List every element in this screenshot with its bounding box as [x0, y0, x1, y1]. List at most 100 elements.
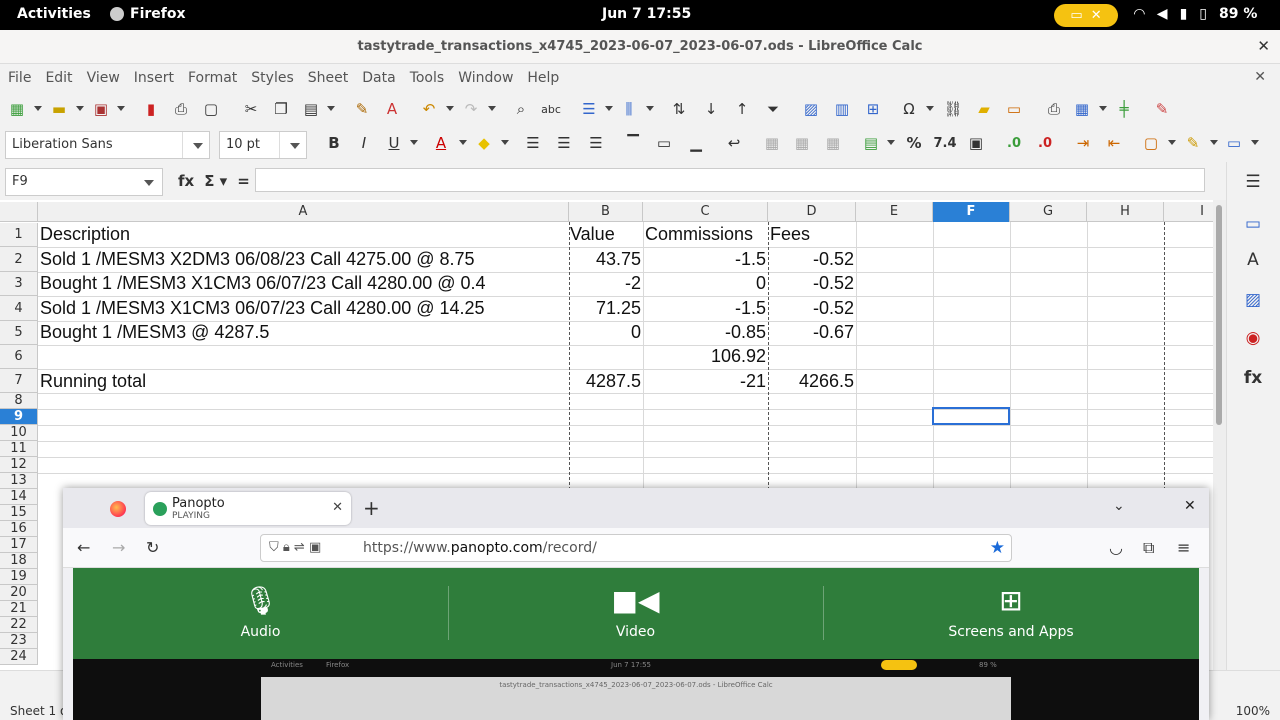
- merge-cells-icon[interactable]: ▦: [791, 132, 813, 154]
- save-dropdown-icon[interactable]: [117, 106, 125, 111]
- activities-button[interactable]: Activities: [17, 6, 91, 22]
- tracking-protection-icon[interactable]: ⛉ 🔒︎ ⇌ ▣: [269, 540, 321, 555]
- autofilter-icon[interactable]: ⏷: [762, 98, 784, 120]
- headers-footers-icon[interactable]: ▭: [1003, 98, 1025, 120]
- font-color-dropdown-icon[interactable]: [459, 140, 467, 145]
- delete-decimal-icon[interactable]: .0: [1034, 132, 1056, 154]
- row-header-15[interactable]: 15: [0, 505, 38, 521]
- row-header-17[interactable]: 17: [0, 537, 38, 553]
- freeze-rows-columns-icon[interactable]: ▦: [1071, 98, 1093, 120]
- row-header-9[interactable]: 9: [0, 409, 38, 425]
- menu-insert[interactable]: Insert: [134, 70, 174, 86]
- menu-window[interactable]: Window: [458, 70, 513, 86]
- merge-center-icon[interactable]: ▦: [761, 132, 783, 154]
- row-header-20[interactable]: 20: [0, 585, 38, 601]
- cell-a5[interactable]: Bought 1 /MESM3 @ 4287.5: [40, 322, 269, 343]
- column-header-a[interactable]: A: [38, 202, 569, 222]
- forward-icon[interactable]: →: [112, 538, 125, 557]
- new-tab-icon[interactable]: +: [363, 496, 380, 520]
- find-replace-icon[interactable]: ⌕: [510, 98, 532, 120]
- align-top-icon[interactable]: ▔: [622, 132, 644, 154]
- clear-formatting-icon[interactable]: A: [381, 98, 403, 120]
- column-header-e[interactable]: E: [856, 202, 933, 222]
- hyperlink-icon[interactable]: ⛓: [942, 98, 964, 120]
- freeze-dropdown-icon[interactable]: [1099, 106, 1107, 111]
- column-header-d[interactable]: D: [768, 202, 856, 222]
- cut-icon[interactable]: ✂: [240, 98, 262, 120]
- function-wizard-icon[interactable]: fx: [178, 172, 194, 190]
- cell-c4[interactable]: -1.5: [643, 298, 766, 319]
- border-color-icon[interactable]: ▭: [1223, 132, 1245, 154]
- font-color-icon[interactable]: A: [430, 132, 452, 154]
- row-header-4[interactable]: 4: [0, 296, 38, 321]
- underline-dropdown-icon[interactable]: [410, 140, 418, 145]
- cell-b2[interactable]: 43.75: [569, 249, 641, 270]
- properties-icon[interactable]: ▭: [1241, 214, 1265, 238]
- cell-b4[interactable]: 71.25: [569, 298, 641, 319]
- bookmark-star-icon[interactable]: ★: [990, 538, 1005, 558]
- row-header-14[interactable]: 14: [0, 489, 38, 505]
- row-header-7[interactable]: 7: [0, 369, 38, 393]
- row-header-12[interactable]: 12: [0, 457, 38, 473]
- cell-a1[interactable]: Description: [40, 224, 130, 245]
- border-style-icon[interactable]: ✎: [1182, 132, 1204, 154]
- tab-close-icon[interactable]: ✕: [332, 500, 343, 515]
- row-header-22[interactable]: 22: [0, 617, 38, 633]
- show-draw-functions-icon[interactable]: ✎: [1151, 98, 1173, 120]
- cell-a2[interactable]: Sold 1 /MESM3 X2DM3 06/08/23 Call 4275.0…: [40, 249, 475, 270]
- cell-c2[interactable]: -1.5: [643, 249, 766, 270]
- app-menu[interactable]: Firefox: [110, 6, 186, 22]
- row-header-16[interactable]: 16: [0, 521, 38, 537]
- open-dropdown-icon[interactable]: [76, 106, 84, 111]
- new-dropdown-icon[interactable]: [34, 106, 42, 111]
- app-menu-icon[interactable]: ≡: [1177, 538, 1190, 557]
- add-decimal-icon[interactable]: .0: [1003, 132, 1025, 154]
- row-header-11[interactable]: 11: [0, 441, 38, 457]
- cell-b5[interactable]: 0: [569, 322, 641, 343]
- window-close-button[interactable]: ✕: [1257, 37, 1270, 55]
- sum-icon[interactable]: Σ ▾: [204, 172, 227, 190]
- name-box-dropdown-icon[interactable]: [144, 180, 154, 186]
- sort-descending-icon[interactable]: ↑: [731, 98, 753, 120]
- formula-input[interactable]: [255, 168, 1205, 192]
- font-name-dropdown-icon[interactable]: [193, 143, 203, 149]
- column-header-i[interactable]: I: [1164, 202, 1215, 222]
- currency-format-icon[interactable]: ▤: [860, 132, 882, 154]
- menu-styles[interactable]: Styles: [251, 70, 293, 86]
- align-right-icon[interactable]: ☰: [585, 132, 607, 154]
- screens-apps-option[interactable]: ⊞ Screens and Apps: [823, 568, 1199, 659]
- cell-a7[interactable]: Running total: [40, 371, 146, 392]
- new-document-icon[interactable]: ▦: [6, 98, 28, 120]
- firefox-view-icon[interactable]: [110, 501, 126, 517]
- menu-data[interactable]: Data: [362, 70, 395, 86]
- select-all-corner[interactable]: [0, 202, 38, 222]
- column-header-h[interactable]: H: [1087, 202, 1164, 222]
- gallery-icon[interactable]: ▨: [1241, 290, 1265, 314]
- border-color-dropdown-icon[interactable]: [1251, 140, 1259, 145]
- font-size-dropdown-icon[interactable]: [290, 143, 300, 149]
- row-header-18[interactable]: 18: [0, 553, 38, 569]
- special-character-dropdown-icon[interactable]: [926, 106, 934, 111]
- print-preview-icon[interactable]: ▢: [200, 98, 222, 120]
- row-header-2[interactable]: 2: [0, 247, 38, 272]
- row-header-3[interactable]: 3: [0, 272, 38, 296]
- percent-format-icon[interactable]: %: [903, 132, 925, 154]
- menu-file[interactable]: File: [8, 70, 31, 86]
- print-icon[interactable]: ⎙: [170, 98, 192, 120]
- clone-formatting-icon[interactable]: ✎: [351, 98, 373, 120]
- sidebar-menu-icon[interactable]: ☰: [1241, 172, 1265, 196]
- decrease-indent-icon[interactable]: ⇤: [1103, 132, 1125, 154]
- sort-icon[interactable]: ⇅: [668, 98, 690, 120]
- menu-tools[interactable]: Tools: [410, 70, 445, 86]
- vertical-scrollbar[interactable]: [1213, 200, 1226, 670]
- cell-d5[interactable]: -0.67: [768, 322, 854, 343]
- functions-icon[interactable]: fx: [1241, 368, 1265, 392]
- special-character-icon[interactable]: Ω: [898, 98, 920, 120]
- export-pdf-icon[interactable]: ▮: [140, 98, 162, 120]
- cell-a4[interactable]: Sold 1 /MESM3 X1CM3 06/07/23 Call 4280.0…: [40, 298, 485, 319]
- cell-cursor-f9[interactable]: [932, 407, 1010, 425]
- highlight-dropdown-icon[interactable]: [501, 140, 509, 145]
- screen-recording-indicator[interactable]: ▭ ✕: [1054, 4, 1118, 27]
- extensions-icon[interactable]: ⧉: [1143, 538, 1154, 558]
- menu-format[interactable]: Format: [188, 70, 237, 86]
